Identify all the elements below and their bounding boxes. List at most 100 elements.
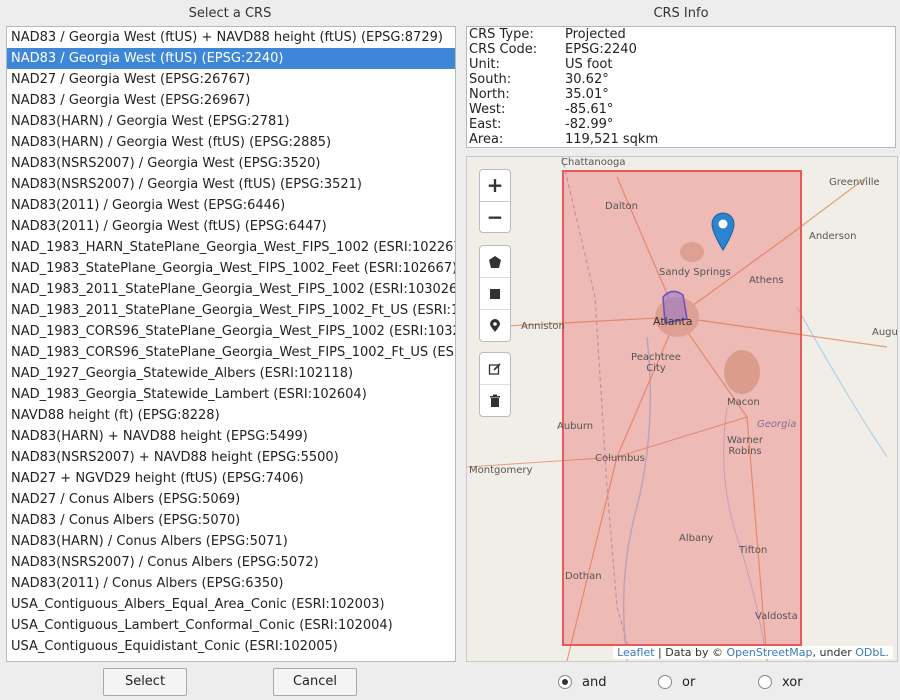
crs-info-value: EPSG:2240: [565, 42, 637, 57]
crs-info-panel: CRS Type: Projected CRS Code: EPSG:2240 Unit…: [466, 26, 896, 148]
map-label: Auburn: [557, 421, 594, 432]
crs-list-item[interactable]: NAD_1983_CORS96_StatePlane_Georgia_West_…: [7, 321, 455, 342]
map-label: Sandy Springs: [659, 267, 731, 278]
map-attribution: Leaflet | Data by © OpenStreetMap, under…: [613, 646, 893, 659]
zoom-control: + −: [479, 169, 511, 233]
crs-info-key: CRS Code:: [469, 42, 538, 57]
attribution-under: , under: [812, 646, 856, 659]
crs-list-item[interactable]: NAD_1983_2011_StatePlane_Georgia_West_FI…: [7, 300, 455, 321]
map-label: Anderson: [809, 231, 857, 242]
crs-list-item[interactable]: NAVD88 height (ft) (EPSG:8228): [7, 405, 455, 426]
crs-list-item[interactable]: USA_Contiguous_Lambert_Conformal_Conic (…: [7, 615, 455, 636]
crs-list-item[interactable]: NAD83(2011) / Georgia West (ftUS) (EPSG:…: [7, 216, 455, 237]
crs-info-key: North:: [469, 87, 510, 102]
map-label: Columbus: [595, 453, 645, 464]
crs-list-item[interactable]: NAD_1983_HARN_StatePlane_Georgia_West_FI…: [7, 237, 455, 258]
cancel-button[interactable]: Cancel: [273, 668, 357, 696]
radio-xor[interactable]: xor: [758, 673, 803, 691]
zoom-in-button[interactable]: +: [480, 170, 510, 202]
crs-list-item[interactable]: NAD83 / Conus Albers (EPSG:5070): [7, 510, 455, 531]
crs-list-item[interactable]: NAD83(NSRS2007) / Georgia West (ftUS) (E…: [7, 174, 455, 195]
map-label: Greenville: [829, 177, 880, 188]
map-label: Athens: [749, 275, 784, 286]
zoom-out-button[interactable]: −: [480, 202, 510, 233]
crs-list-item[interactable]: NAD83(HARN) / Georgia West (EPSG:2781): [7, 111, 455, 132]
crs-list-item[interactable]: NAD_1983_CORS96_StatePlane_Georgia_West_…: [7, 342, 455, 363]
map-label: Montgomery: [469, 465, 533, 476]
crs-info-key: Unit:: [469, 57, 500, 72]
crs-info-value: 119,521 sqkm: [565, 132, 659, 147]
crs-info-key: South:: [469, 72, 512, 87]
map-label: Georgia: [757, 419, 797, 430]
crs-info-value: Projected: [565, 27, 626, 42]
crs-list-item[interactable]: NAD83 / Georgia West (ftUS) + NAVD88 hei…: [7, 27, 455, 48]
map-label: Augu: [872, 327, 898, 338]
draw-toolbar: [479, 245, 511, 342]
attribution-text: | Data by ©: [654, 646, 727, 659]
map-label: Valdosta: [755, 611, 798, 622]
crs-list[interactable]: NAD83 / Georgia West (ftUS) + NAVD88 hei…: [6, 26, 456, 662]
crs-info-row: North: 35.01°: [467, 87, 895, 102]
crs-list-item[interactable]: NAD83(2011) / Conus Albers (EPSG:6350): [7, 573, 455, 594]
radio-label: or: [682, 674, 696, 690]
map-label: Chattanooga: [561, 157, 626, 168]
crs-list-item[interactable]: NAD83(HARN) + NAVD88 height (EPSG:5499): [7, 426, 455, 447]
map-label: Macon: [727, 397, 760, 408]
edit-layers-icon[interactable]: [480, 353, 510, 385]
crs-list-item[interactable]: NAD_1927_Georgia_Statewide_Albers (ESRI:…: [7, 363, 455, 384]
crs-info-value: 35.01°: [565, 87, 609, 102]
crs-info-row: South: 30.62°: [467, 72, 895, 87]
radio-button-icon[interactable]: [558, 675, 572, 689]
map-label: Albany: [679, 533, 714, 544]
crs-list-item[interactable]: NAD83 / Georgia West (EPSG:26967): [7, 90, 455, 111]
leaflet-link[interactable]: Leaflet: [617, 646, 654, 659]
crs-list-item[interactable]: NAD27 + NGVD29 height (ftUS) (EPSG:7406): [7, 468, 455, 489]
crs-list-item[interactable]: NAD83(NSRS2007) / Conus Albers (EPSG:507…: [7, 552, 455, 573]
openstreetmap-link[interactable]: OpenStreetMap: [727, 646, 813, 659]
crs-list-item[interactable]: USA_Contiguous_Equidistant_Conic (ESRI:1…: [7, 636, 455, 657]
odbl-link[interactable]: ODbL.: [855, 646, 889, 659]
radio-or[interactable]: or: [658, 673, 695, 691]
draw-rectangle-icon[interactable]: [480, 278, 510, 310]
crs-info-row: Area: 119,521 sqkm: [467, 132, 895, 147]
crs-list-header: Select a CRS: [188, 6, 272, 21]
crs-info-key: East:: [469, 117, 502, 132]
map-label: Anniston: [521, 321, 565, 332]
draw-polygon-icon[interactable]: [480, 246, 510, 278]
crs-list-item[interactable]: USA_Contiguous_Albers_Equal_Area_Conic (…: [7, 594, 455, 615]
crs-info-key: West:: [469, 102, 506, 117]
crs-list-item[interactable]: NAD83(HARN) / Conus Albers (EPSG:5071): [7, 531, 455, 552]
map-marker-icon[interactable]: [710, 211, 736, 251]
crs-list-item[interactable]: NAD27 / Conus Albers (EPSG:5069): [7, 489, 455, 510]
crs-info-value: -82.99°: [565, 117, 614, 132]
crs-info-row: Unit: US foot: [467, 57, 895, 72]
crs-info-key: CRS Type:: [469, 27, 534, 42]
radio-label: and: [582, 674, 607, 690]
select-button[interactable]: Select: [103, 668, 187, 696]
crs-list-item[interactable]: NAD_1983_Georgia_Statewide_Lambert (ESRI…: [7, 384, 455, 405]
map-view[interactable]: Chattanooga Greenville Dalton Anderson S…: [466, 156, 898, 662]
map-label: Tifton: [739, 545, 768, 556]
crs-info-value: 30.62°: [565, 72, 609, 87]
map-label: Peachtree City: [631, 352, 681, 374]
crs-list-item[interactable]: NAD83(HARN) / Georgia West (ftUS) (EPSG:…: [7, 132, 455, 153]
crs-list-item[interactable]: NAD83(2011) / Georgia West (EPSG:6446): [7, 195, 455, 216]
crs-list-item[interactable]: NAD27 / Georgia West (EPSG:26767): [7, 69, 455, 90]
crs-info-value: -85.61°: [565, 102, 614, 117]
map-label: Dothan: [565, 571, 602, 582]
crs-info-value: US foot: [565, 57, 613, 72]
crs-info-key: Area:: [469, 132, 504, 147]
radio-button-icon[interactable]: [658, 675, 672, 689]
crs-list-item[interactable]: NAD83(NSRS2007) / Georgia West (EPSG:352…: [7, 153, 455, 174]
radio-and[interactable]: and: [558, 673, 606, 691]
crs-list-item[interactable]: NAD83 / Georgia West (ftUS) (EPSG:2240): [7, 48, 455, 69]
crs-list-item[interactable]: NAD_1983_2011_StatePlane_Georgia_West_FI…: [7, 279, 455, 300]
radio-button-icon[interactable]: [758, 675, 772, 689]
crs-info-row: CRS Type: Projected: [467, 27, 895, 42]
crs-list-item[interactable]: NAD_1983_StatePlane_Georgia_West_FIPS_10…: [7, 258, 455, 279]
draw-marker-icon[interactable]: [480, 310, 510, 341]
delete-layers-icon[interactable]: [480, 385, 510, 416]
radio-label: xor: [782, 674, 803, 690]
crs-list-item[interactable]: NAD83(NSRS2007) + NAVD88 height (EPSG:55…: [7, 447, 455, 468]
map-label: Dalton: [605, 201, 638, 212]
